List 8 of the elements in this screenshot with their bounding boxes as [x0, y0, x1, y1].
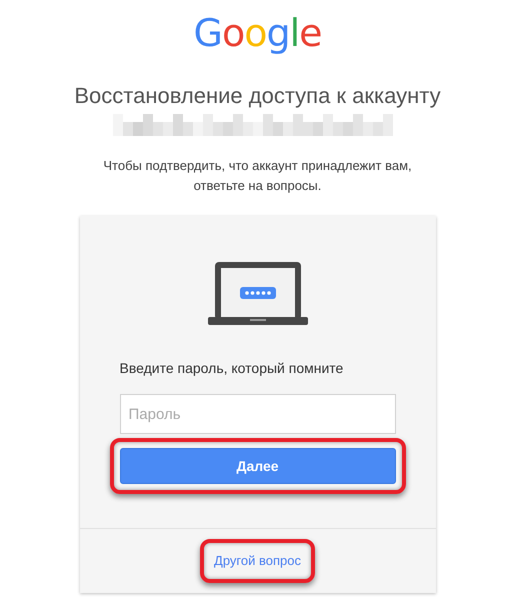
password-field[interactable]: Пароль — [120, 394, 396, 434]
instructions-text: Чтобы подтвердить, что аккаунт принадлежит вам, ответьте на вопросы. — [102, 157, 413, 195]
laptop-icon — [208, 260, 308, 326]
other-question-link[interactable]: Другой вопрос — [210, 553, 305, 568]
page-title: Восстановление доступа к аккаунту — [74, 82, 441, 110]
next-button[interactable]: Далее — [120, 448, 396, 484]
password-prompt: Введите пароль, который помните — [120, 359, 344, 378]
logo: Google — [193, 10, 322, 56]
